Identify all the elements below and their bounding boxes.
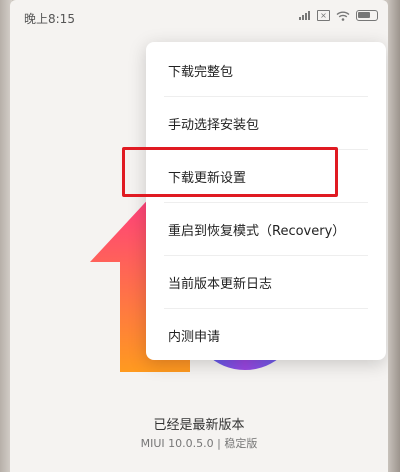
- menu-item-label: 重启到恢复模式（Recovery）: [168, 223, 346, 239]
- menu-item-reboot-recovery[interactable]: 重启到恢复模式（Recovery）: [146, 203, 386, 255]
- highlight-annotation-box: [122, 147, 338, 197]
- battery-icon: [356, 10, 378, 21]
- menu-item-label: 下载完整包: [168, 64, 234, 80]
- status-time: 晚上8:15: [24, 12, 75, 26]
- version-number: MIUI 10.0.5.0 | 稳定版: [140, 437, 258, 450]
- sim-x-icon: ×: [317, 10, 330, 21]
- battery-fill: [358, 12, 370, 18]
- phone-screen: 晚上8:15 × 已经是最新版本 MIUI 10.0.5.0 | 稳定版 下载完…: [10, 0, 388, 472]
- menu-item-label: 内测申请: [168, 329, 221, 345]
- version-status-title: 已经是最新版本: [153, 418, 245, 433]
- menu-item-label: 手动选择安装包: [168, 117, 260, 133]
- overflow-menu: 下载完整包 手动选择安装包 下载更新设置 重启到恢复模式（Recovery） 当…: [146, 42, 386, 360]
- menu-item-download-full-package[interactable]: 下载完整包: [146, 44, 386, 96]
- signal-icon: [299, 11, 310, 20]
- menu-item-label: 当前版本更新日志: [168, 276, 273, 292]
- phone-bezel-right: [386, 0, 400, 472]
- menu-item-manual-select-package[interactable]: 手动选择安装包: [146, 97, 386, 149]
- status-icons: ×: [299, 10, 378, 21]
- wifi-icon: [336, 11, 350, 21]
- menu-item-beta-application[interactable]: 内测申请: [146, 309, 386, 360]
- menu-item-changelog[interactable]: 当前版本更新日志: [146, 256, 386, 308]
- status-bar: 晚上8:15 ×: [10, 0, 388, 34]
